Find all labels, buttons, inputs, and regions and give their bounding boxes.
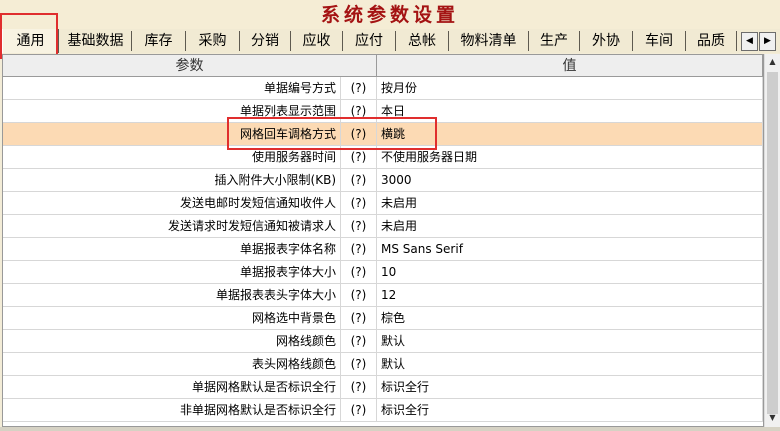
tab-bom[interactable]: 物料清单	[449, 31, 529, 51]
table-row[interactable]: 单据编号方式 (?) 按月份	[3, 77, 763, 100]
tab-purchasing[interactable]: 采购	[186, 31, 240, 51]
parameter-value-cell[interactable]: 按月份	[377, 77, 763, 100]
tab-inventory[interactable]: 库存	[132, 31, 186, 51]
parameter-value-cell[interactable]: 不使用服务器日期	[377, 146, 763, 169]
table-row[interactable]: 非单据网格默认是否标识全行 (?) 标识全行	[3, 399, 763, 422]
parameter-name-cell: 发送请求时发短信通知被请求人	[3, 215, 341, 238]
parameter-name-cell: 单据网格默认是否标识全行	[3, 376, 341, 399]
column-header-value[interactable]: 值	[377, 55, 763, 77]
table-row[interactable]: 单据列表显示范围 (?) 本日	[3, 100, 763, 123]
parameter-value-cell[interactable]: 标识全行	[377, 399, 763, 422]
parameter-value-cell[interactable]: 未启用	[377, 215, 763, 238]
help-link[interactable]: (?)	[341, 307, 377, 330]
help-link[interactable]: (?)	[341, 169, 377, 192]
table-row[interactable]: 插入附件大小限制(KB) (?) 3000	[3, 169, 763, 192]
help-link[interactable]: (?)	[341, 77, 377, 100]
table-row[interactable]: 网格选中背景色 (?) 棕色	[3, 307, 763, 330]
parameter-value-cell[interactable]: 本日	[377, 100, 763, 123]
tab-bar: 通用 基础数据 库存 采购 分销 应收 应付 总帐 物料清单 生产 外协 车间 …	[0, 29, 780, 53]
parameter-value-cell[interactable]: 默认	[377, 330, 763, 353]
help-link[interactable]: (?)	[341, 192, 377, 215]
parameter-value-cell[interactable]: 12	[377, 284, 763, 307]
tab-basic-data[interactable]: 基础数据	[60, 31, 132, 51]
table-row[interactable]: 单据报表字体大小 (?) 10	[3, 261, 763, 284]
tab-production[interactable]: 生产	[529, 31, 580, 51]
parameter-value-cell[interactable]: 标识全行	[377, 376, 763, 399]
scrollbar-thumb[interactable]	[767, 72, 778, 414]
parameter-value-cell[interactable]: 未启用	[377, 192, 763, 215]
parameter-name-cell: 单据报表字体大小	[3, 261, 341, 284]
tab-scroll-right-button[interactable]: ▶	[759, 32, 776, 51]
parameter-grid: 参数 值 单据编号方式 (?) 按月份 单据列表显示范围 (?) 本日 网格回车调格方式 (?…	[2, 54, 764, 427]
table-row[interactable]: 发送电邮时发短信通知收件人 (?) 未启用	[3, 192, 763, 215]
table-row[interactable]: 单据报表字体名称 (?) MS Sans Serif	[3, 238, 763, 261]
tab-general-ledger[interactable]: 总帐	[396, 31, 449, 51]
table-row[interactable]: 网格回车调格方式 (?) 横跳	[3, 123, 763, 146]
table-row[interactable]: 使用服务器时间 (?) 不使用服务器日期	[3, 146, 763, 169]
tab-quality[interactable]: 品质	[686, 31, 737, 51]
parameter-name-cell: 网格选中背景色	[3, 307, 341, 330]
arrow-up-icon: ▲	[769, 57, 776, 66]
table-row[interactable]: 网格线颜色 (?) 默认	[3, 330, 763, 353]
column-header-parameter[interactable]: 参数	[3, 55, 377, 77]
parameter-value-cell[interactable]: 10	[377, 261, 763, 284]
help-link[interactable]: (?)	[341, 330, 377, 353]
help-link[interactable]: (?)	[341, 100, 377, 123]
parameter-value-cell[interactable]: 横跳	[377, 123, 763, 146]
parameter-name-cell: 单据报表表头字体大小	[3, 284, 341, 307]
parameter-name-cell: 插入附件大小限制(KB)	[3, 169, 341, 192]
help-link[interactable]: (?)	[341, 399, 377, 422]
help-link[interactable]: (?)	[341, 238, 377, 261]
help-link[interactable]: (?)	[341, 146, 377, 169]
help-link[interactable]: (?)	[341, 261, 377, 284]
bottom-panel-edge	[0, 427, 780, 431]
parameter-name-cell: 单据编号方式	[3, 77, 341, 100]
scroll-down-button[interactable]: ▼	[765, 410, 780, 426]
parameter-name-cell: 非单据网格默认是否标识全行	[3, 399, 341, 422]
help-link[interactable]: (?)	[341, 284, 377, 307]
chevron-right-icon: ▶	[764, 36, 771, 46]
parameter-name-cell: 表头网格线颜色	[3, 353, 341, 376]
parameter-name-cell: 网格回车调格方式	[3, 123, 341, 146]
tab-receivables[interactable]: 应收	[291, 31, 343, 51]
chevron-left-icon: ◀	[746, 36, 753, 46]
help-link[interactable]: (?)	[341, 353, 377, 376]
tab-scroll-left-button[interactable]: ◀	[741, 32, 758, 51]
parameter-value-cell[interactable]: MS Sans Serif	[377, 238, 763, 261]
parameter-value-cell[interactable]: 默认	[377, 353, 763, 376]
tab-payables[interactable]: 应付	[343, 31, 396, 51]
table-row[interactable]: 单据网格默认是否标识全行 (?) 标识全行	[3, 376, 763, 399]
table-row[interactable]: 表头网格线颜色 (?) 默认	[3, 353, 763, 376]
table-row[interactable]: 单据报表表头字体大小 (?) 12	[3, 284, 763, 307]
parameter-value-cell[interactable]: 棕色	[377, 307, 763, 330]
arrow-down-icon: ▼	[769, 413, 776, 422]
parameter-name-cell: 发送电邮时发短信通知收件人	[3, 192, 341, 215]
parameter-name-cell: 单据报表字体名称	[3, 238, 341, 261]
parameter-name-cell: 单据列表显示范围	[3, 100, 341, 123]
tab-distribution[interactable]: 分销	[240, 31, 291, 51]
help-link[interactable]: (?)	[341, 376, 377, 399]
parameter-name-cell: 网格线颜色	[3, 330, 341, 353]
scroll-up-button[interactable]: ▲	[765, 54, 780, 70]
tab-general[interactable]: 通用	[2, 29, 59, 53]
table-row[interactable]: 发送请求时发短信通知被请求人 (?) 未启用	[3, 215, 763, 238]
parameter-value-cell[interactable]: 3000	[377, 169, 763, 192]
parameter-name-cell: 使用服务器时间	[3, 146, 341, 169]
tab-outsourcing[interactable]: 外协	[580, 31, 633, 51]
help-link[interactable]: (?)	[341, 123, 377, 146]
tab-workshop[interactable]: 车间	[633, 31, 686, 51]
vertical-scrollbar[interactable]: ▲ ▼	[764, 54, 780, 427]
window-title: 系统参数设置	[0, 0, 780, 30]
help-link[interactable]: (?)	[341, 215, 377, 238]
